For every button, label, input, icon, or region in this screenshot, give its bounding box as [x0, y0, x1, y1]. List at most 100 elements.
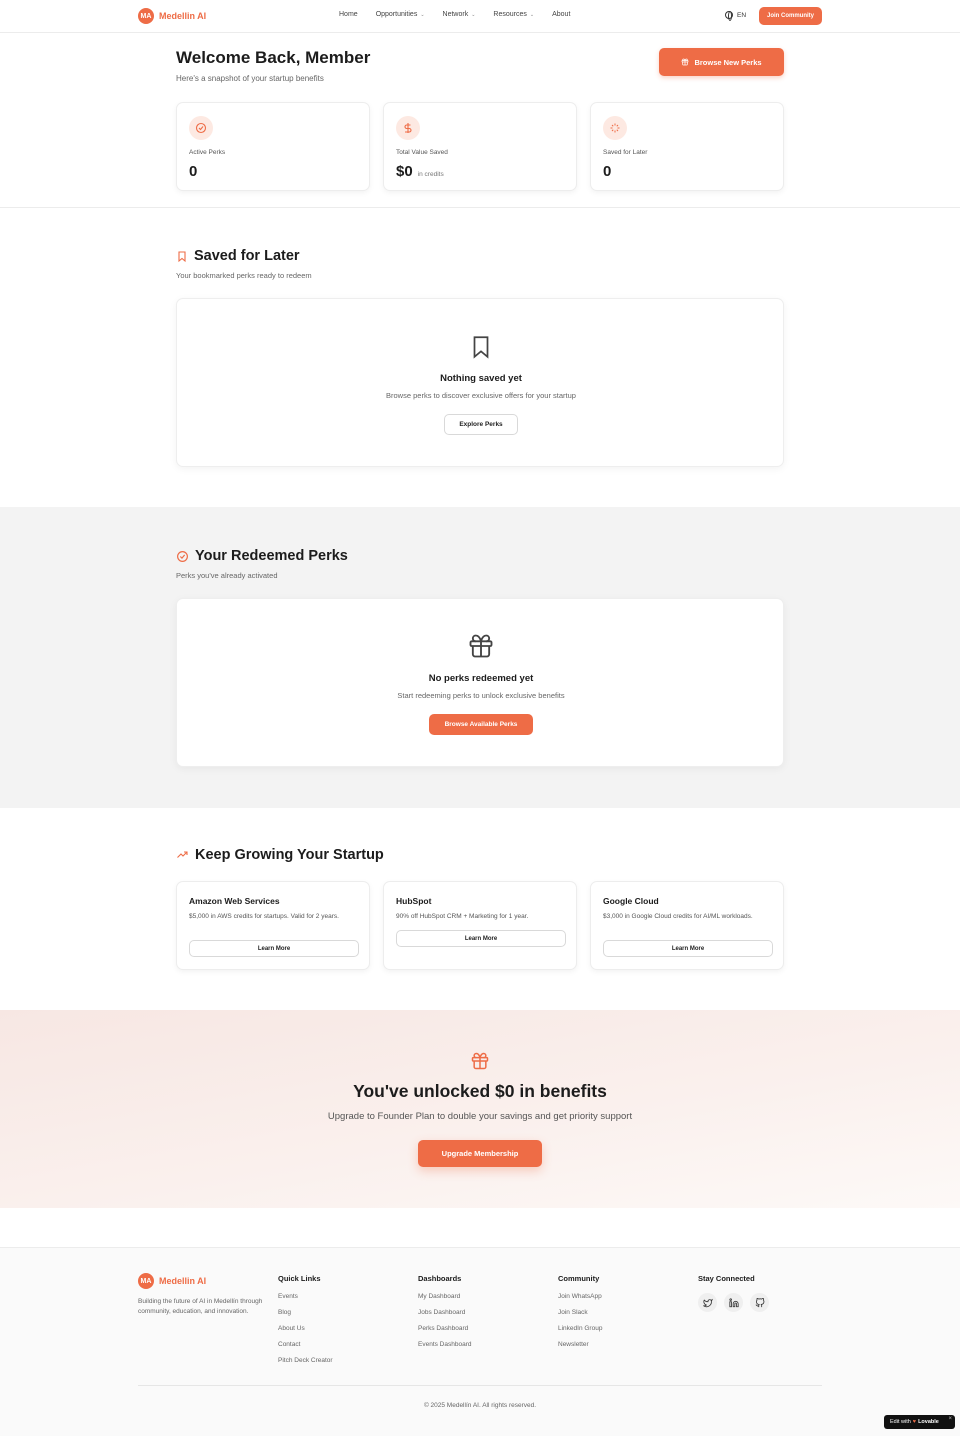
stat-number: $0: [396, 163, 413, 180]
footer-column-title: Quick Links: [278, 1274, 321, 1283]
nav-link-network[interactable]: Network ⌄: [443, 11, 476, 18]
globe-icon: [725, 11, 733, 21]
cta-subtitle: Upgrade to Founder Plan to double your s…: [327, 1111, 633, 1122]
nav-link-label: Home: [339, 11, 358, 18]
lovable-badge[interactable]: Edit with ♥ Lovable ×: [884, 1415, 955, 1429]
bookmark-icon: [178, 250, 186, 262]
footer-link[interactable]: Join WhatsApp: [558, 1293, 602, 1309]
redeemed-section-title: Your Redeemed Perks: [176, 548, 348, 564]
footer-link[interactable]: Contact: [278, 1341, 333, 1357]
redeemed-empty-card: No perks redeemed yet Start redeeming pe…: [176, 598, 784, 767]
badge-prefix: Edit with: [890, 1419, 911, 1425]
nav-link-label: Resources: [493, 11, 527, 18]
empty-state-title: Nothing saved yet: [440, 373, 522, 384]
chevron-down-icon: ⌄: [471, 11, 476, 18]
chevron-down-icon: ⌄: [529, 11, 535, 18]
learn-more-button[interactable]: Learn More: [396, 930, 566, 947]
section-title-text: Keep Growing Your Startup: [195, 847, 384, 863]
nav-link-resources[interactable]: Resources ⌄: [493, 11, 534, 18]
footer-link[interactable]: Blog: [278, 1309, 333, 1325]
saved-section-subtitle: Your bookmarked perks ready to redeem: [176, 271, 312, 280]
logo-text: Medellin AI: [159, 1276, 207, 1286]
footer-link[interactable]: My Dashboard: [418, 1293, 471, 1309]
top-navbar: MA Medellin AI Home Opportunities ⌄ Netwo…: [0, 0, 960, 33]
nav-links: Home Opportunities ⌄ Network ⌄ Resources ⌄ …: [339, 11, 570, 18]
logo-text: Medellin AI: [159, 11, 207, 21]
footer-divider: [138, 1385, 822, 1386]
perk-description: $5,000 in AWS credits for startups. Vali…: [189, 913, 339, 920]
saved-empty-card: Nothing saved yet Browse perks to discov…: [176, 298, 784, 467]
copyright: © 2025 Medellín AI. All rights reserved.: [423, 1402, 537, 1409]
perk-name: Amazon Web Services: [189, 896, 280, 906]
stat-label: Active Perks: [189, 149, 226, 156]
footer-link[interactable]: Events: [278, 1293, 333, 1309]
badge-name: Lovable: [918, 1419, 939, 1425]
footer-column-title: Stay Connected: [698, 1274, 755, 1283]
browse-available-perks-button[interactable]: Browse Available Perks: [429, 714, 533, 735]
nav-link-opportunities[interactable]: Opportunities ⌄: [376, 11, 425, 18]
footer-column-community: Community Join WhatsApp Join Slack Linke…: [558, 1274, 602, 1357]
learn-more-button[interactable]: Learn More: [603, 940, 773, 957]
perk-card-aws: Amazon Web Services $5,000 in AWS credit…: [176, 881, 370, 970]
footer-link[interactable]: Newsletter: [558, 1341, 602, 1357]
stat-value: 0: [603, 163, 611, 180]
nav-link-home[interactable]: Home: [339, 11, 358, 18]
check-circle-icon: [189, 116, 213, 140]
twitter-icon[interactable]: [698, 1293, 717, 1312]
footer-description: Building the future of AI in Medellín th…: [138, 1298, 263, 1315]
empty-state-title: No perks redeemed yet: [428, 673, 534, 684]
perk-card-hubspot: HubSpot 90% off HubSpot CRM + Marketing …: [383, 881, 577, 970]
logo-badge: MA: [138, 8, 154, 24]
browse-new-perks-button[interactable]: Browse New Perks: [659, 48, 784, 76]
footer-link[interactable]: Jobs Dashboard: [418, 1309, 471, 1325]
nav-link-label: Opportunities: [375, 11, 418, 18]
stat-label: Total Value Saved: [396, 149, 448, 156]
cta-title: You've unlocked $0 in benefits: [353, 1081, 607, 1101]
footer-link[interactable]: LinkedIn Group: [558, 1325, 602, 1341]
footer: MA Medellin AI Building the future of AI…: [0, 1247, 960, 1436]
footer-link[interactable]: Pitch Deck Creator: [278, 1357, 333, 1373]
gift-icon: [0, 1051, 960, 1071]
footer-column-social: Stay Connected: [698, 1274, 755, 1293]
language-switcher[interactable]: EN: [725, 11, 747, 21]
redeemed-section-subtitle: Perks you've already activated: [176, 571, 278, 580]
section-title-text: Saved for Later: [194, 248, 300, 264]
footer-column-title: Dashboards: [418, 1274, 462, 1283]
logo-badge: MA: [138, 1273, 154, 1289]
gift-icon: [682, 58, 689, 66]
sparkles-icon: [603, 116, 627, 140]
stat-value: 0: [189, 163, 197, 180]
github-icon[interactable]: [750, 1293, 769, 1312]
upgrade-membership-button[interactable]: Upgrade Membership: [418, 1140, 542, 1167]
trending-up-icon: [177, 851, 188, 858]
nav-link-about[interactable]: About: [552, 11, 570, 18]
page-subtitle: Here's a snapshot of your startup benefi…: [176, 74, 324, 83]
empty-state-subtitle: Start redeeming perks to unlock exclusiv…: [397, 691, 565, 700]
linkedin-icon[interactable]: [724, 1293, 743, 1312]
stat-unit: in credits: [417, 171, 444, 178]
footer-link[interactable]: About Us: [278, 1325, 333, 1341]
brand-logo[interactable]: MA Medellin AI: [138, 8, 206, 24]
stat-card-saved-later: Saved for Later 0: [590, 102, 784, 191]
footer-link[interactable]: Events Dashboard: [418, 1341, 471, 1357]
explore-perks-button[interactable]: Explore Perks: [444, 414, 518, 435]
close-icon[interactable]: ×: [948, 1416, 952, 1422]
check-circle-icon: [177, 550, 188, 562]
perk-card-google-cloud: Google Cloud $3,000 in Google Cloud cred…: [590, 881, 784, 970]
language-label: EN: [737, 11, 747, 19]
section-divider: [0, 207, 960, 208]
footer-logo[interactable]: MA Medellin AI: [138, 1273, 206, 1289]
gift-icon: [177, 632, 785, 660]
stat-card-active-perks: Active Perks 0: [176, 102, 370, 191]
section-title-text: Your Redeemed Perks: [195, 548, 348, 564]
empty-state-subtitle: Browse perks to discover exclusive offer…: [386, 391, 576, 400]
footer-link[interactable]: Perks Dashboard: [418, 1325, 471, 1341]
stat-value: $0 in credits: [396, 163, 444, 180]
join-community-button[interactable]: Join Community: [759, 7, 822, 25]
heart-icon: ♥: [912, 1419, 917, 1425]
perk-description: 90% off HubSpot CRM + Marketing for 1 ye…: [396, 913, 529, 920]
learn-more-button[interactable]: Learn More: [189, 940, 359, 957]
browse-new-perks-label: Browse New Perks: [694, 57, 762, 67]
nav-link-label: Network: [442, 11, 469, 18]
footer-link[interactable]: Join Slack: [558, 1309, 602, 1325]
